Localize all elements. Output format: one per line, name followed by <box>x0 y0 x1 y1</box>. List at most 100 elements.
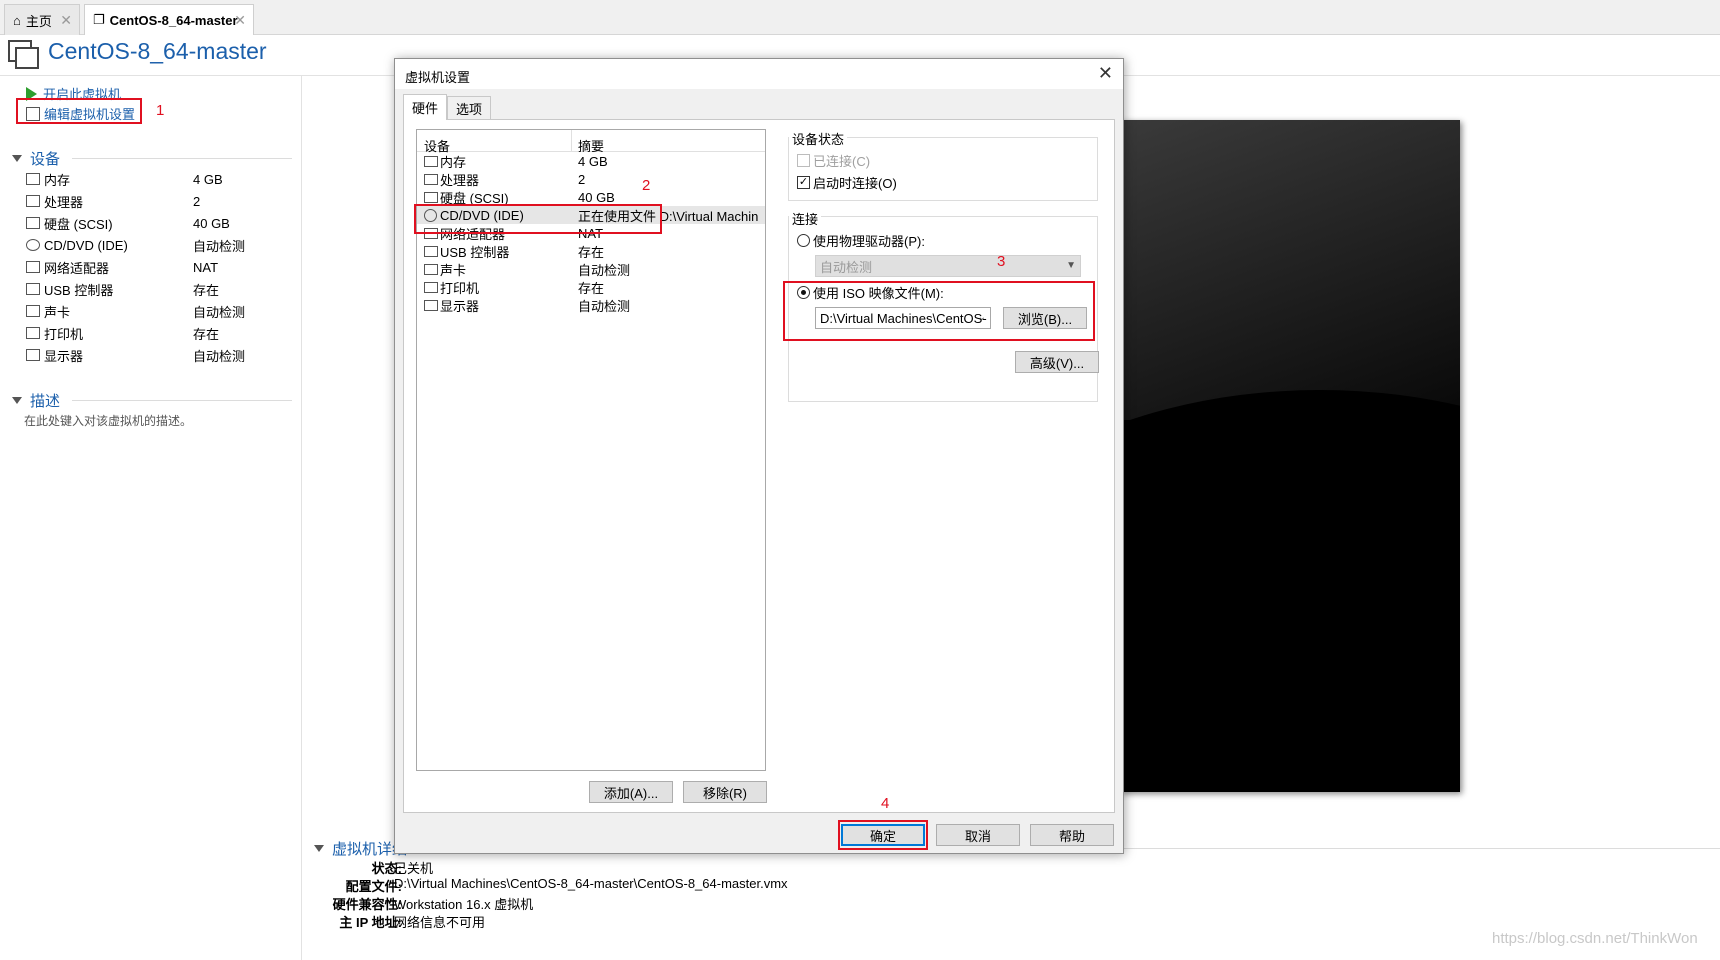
close-icon[interactable]: ✕ <box>234 12 246 29</box>
vm-preview[interactable] <box>1120 120 1460 792</box>
device-name: USB 控制器 <box>44 282 114 298</box>
connect-on-power-checkbox[interactable]: ✓ 启动时连接(O) <box>797 173 897 192</box>
detail-value: D:\Virtual Machines\CentOS-8_64-master\C… <box>394 876 788 891</box>
tab-bar: ⌂ 主页 ✕ ❐ CentOS-8_64-master ✕ <box>0 0 1720 35</box>
physical-drive-radio[interactable]: 使用物理驱动器(P): <box>797 231 925 250</box>
list-item-display[interactable]: 显示器 自动检测 <box>417 296 765 314</box>
tab-options[interactable]: 选项 <box>447 96 492 120</box>
speaker-icon <box>424 263 438 275</box>
tab-home[interactable]: ⌂ 主页 ✕ <box>4 4 80 35</box>
connect-on-power-label: 启动时连接(O) <box>813 176 897 191</box>
list-item-printer[interactable]: 打印机 存在 <box>417 278 765 296</box>
column-divider <box>571 130 572 152</box>
detail-row-ip: 主 IP 地址: 网络信息不可用 <box>310 912 1210 930</box>
device-row-memory[interactable]: 内存 4 GB <box>26 169 286 189</box>
vm-icon <box>8 40 39 69</box>
device-name: 内存 <box>44 172 71 188</box>
annotation-label-4: 4 <box>881 795 890 812</box>
device-row-hard-disk[interactable]: 硬盘 (SCSI) 40 GB <box>26 213 286 233</box>
vm-icon: ❐ <box>93 12 105 27</box>
list-item-usb[interactable]: USB 控制器 存在 <box>417 242 765 260</box>
device-value: 自动检测 <box>193 304 246 320</box>
device-value: 2 <box>193 193 201 209</box>
list-item-value: 40 GB <box>578 189 615 205</box>
advanced-button[interactable]: 高级(V)... <box>1015 351 1099 373</box>
list-item-name: USB 控制器 <box>440 244 510 260</box>
detail-value: 网络信息不可用 <box>394 915 486 930</box>
annotation-box-1 <box>16 98 142 124</box>
detail-row-config: 配置文件: D:\Virtual Machines\CentOS-8_64-ma… <box>310 876 1210 894</box>
help-button[interactable]: 帮助 <box>1030 824 1114 846</box>
list-item-value: 2 <box>578 171 586 187</box>
collapse-icon <box>314 845 324 852</box>
preview-curve <box>1120 390 1460 792</box>
devices-section-title: 设备 <box>30 151 61 168</box>
list-item-processor[interactable]: 处理器 2 <box>417 170 765 188</box>
detail-value: Workstation 16.x 虚拟机 <box>394 897 534 912</box>
list-item-name: 显示器 <box>440 298 480 314</box>
device-value: 自动检测 <box>193 238 246 254</box>
hard-disk-icon <box>424 191 438 203</box>
connected-checkbox[interactable]: 已连接(C) <box>797 151 870 170</box>
collapse-icon <box>12 397 22 404</box>
device-value: 40 GB <box>193 215 230 231</box>
dialog-titlebar: 虚拟机设置 ✕ <box>395 59 1123 89</box>
device-row-processor[interactable]: 处理器 2 <box>26 191 286 211</box>
device-row-usb[interactable]: USB 控制器 存在 <box>26 279 286 299</box>
description-section-title: 描述 <box>30 393 61 410</box>
monitor-icon <box>424 299 438 311</box>
description-input[interactable]: 在此处键入对该虚拟机的描述。 <box>24 412 192 429</box>
device-name: 打印机 <box>44 326 84 342</box>
add-button[interactable]: 添加(A)... <box>589 781 673 803</box>
tab-hardware[interactable]: 硬件 <box>403 94 448 120</box>
detail-key: 硬件兼容性: <box>332 897 402 912</box>
list-item-name: 内存 <box>440 154 467 170</box>
detail-key: 主 IP 地址: <box>339 915 402 930</box>
physical-drive-label: 使用物理驱动器(P): <box>813 234 925 249</box>
device-name: 硬盘 (SCSI) <box>44 216 113 232</box>
devices-section-header[interactable]: 设备 <box>12 148 60 169</box>
chevron-down-icon: ▼ <box>1066 260 1076 271</box>
processor-icon <box>26 195 40 207</box>
device-name: 显示器 <box>44 348 84 364</box>
list-item-value: 自动检测 <box>578 262 631 278</box>
memory-icon <box>424 155 438 167</box>
remove-button[interactable]: 移除(R) <box>683 781 767 803</box>
collapse-icon <box>12 155 22 162</box>
printer-icon <box>26 327 40 339</box>
device-row-printer[interactable]: 打印机 存在 <box>26 323 286 343</box>
device-list-header: 设备 摘要 <box>417 130 765 154</box>
usb-icon <box>424 245 438 257</box>
device-row-network[interactable]: 网络适配器 NAT <box>26 257 286 277</box>
physical-drive-value: 自动检测 <box>820 259 873 275</box>
annotation-label-3: 3 <box>997 253 1006 270</box>
annotation-box-4 <box>838 820 928 850</box>
annotation-box-3 <box>783 281 1095 341</box>
close-icon[interactable]: ✕ <box>60 12 72 29</box>
home-icon: ⌂ <box>13 12 21 28</box>
radio-circle <box>797 234 810 247</box>
cancel-button[interactable]: 取消 <box>936 824 1020 846</box>
network-icon <box>26 261 40 273</box>
list-item-memory[interactable]: 内存 4 GB <box>417 152 765 170</box>
device-name: 网络适配器 <box>44 260 110 276</box>
description-section-header[interactable]: 描述 <box>12 390 60 411</box>
tab-vm-label: CentOS-8_64-master <box>109 12 238 28</box>
device-value: NAT <box>193 259 219 275</box>
list-item-value: 存在 <box>578 280 605 296</box>
monitor-icon <box>26 349 40 361</box>
section-divider <box>72 158 292 159</box>
connected-label: 已连接(C) <box>813 154 871 169</box>
device-row-display[interactable]: 显示器 自动检测 <box>26 345 286 365</box>
connection-title: 连接 <box>789 209 822 228</box>
list-item-sound[interactable]: 声卡 自动检测 <box>417 260 765 278</box>
close-icon[interactable]: ✕ <box>1098 63 1113 84</box>
speaker-icon <box>26 305 40 317</box>
physical-drive-select[interactable]: 自动检测 ▼ <box>815 255 1081 277</box>
tab-vm[interactable]: ❐ CentOS-8_64-master ✕ <box>84 4 254 35</box>
tab-home-label: 主页 <box>25 13 52 29</box>
list-item-name: 处理器 <box>440 172 480 188</box>
device-row-cd-dvd[interactable]: CD/DVD (IDE) 自动检测 <box>26 235 286 255</box>
device-row-sound[interactable]: 声卡 自动检测 <box>26 301 286 321</box>
usb-icon <box>26 283 40 295</box>
